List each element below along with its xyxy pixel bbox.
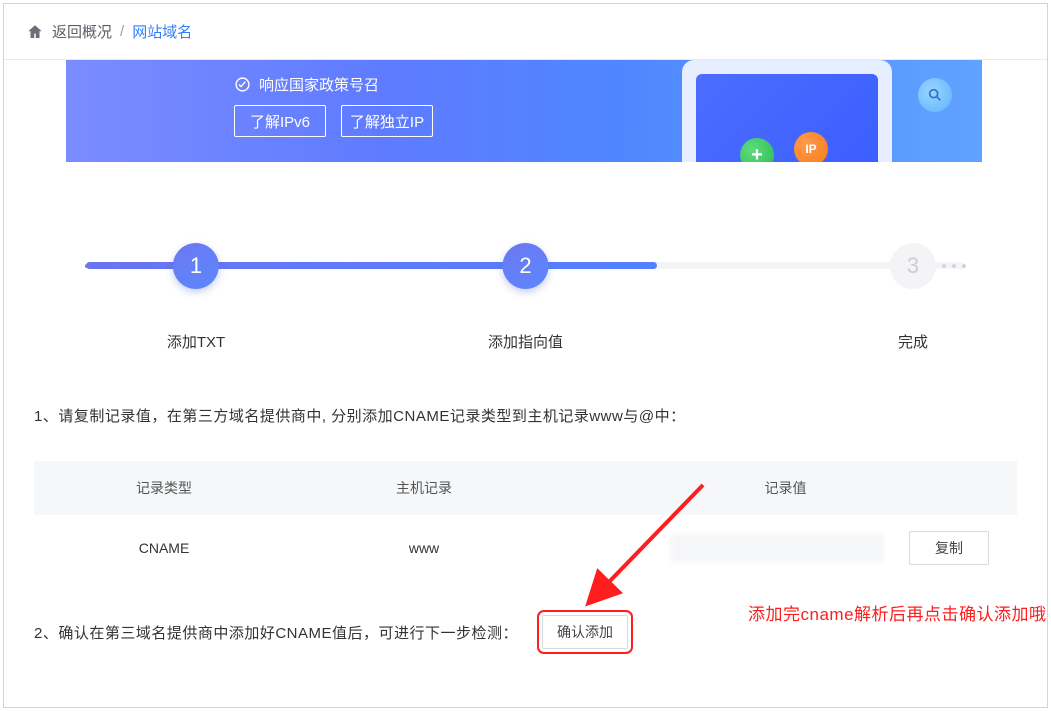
magnifier-icon — [918, 78, 952, 112]
td-record-type: CNAME — [34, 540, 294, 556]
breadcrumb-back[interactable]: 返回概况 — [52, 21, 112, 42]
th-host: 主机记录 — [294, 478, 554, 498]
confirm-add-button[interactable]: 确认添加 — [542, 615, 628, 649]
instruction-line-1: 1、请复制记录值，在第三方域名提供商中, 分别添加CNAME记录类型到主机记录w… — [34, 405, 1017, 426]
breadcrumb-current: 网站域名 — [132, 21, 192, 42]
breadcrumb: 返回概况 / 网站域名 — [4, 4, 1047, 60]
table-row: CNAME www 复制 — [34, 515, 1017, 581]
breadcrumb-separator: / — [120, 23, 124, 40]
learn-ipv6-button[interactable]: 了解IPv6 — [234, 105, 326, 137]
th-value: 记录值 — [554, 478, 1017, 498]
th-record-type: 记录类型 — [34, 478, 294, 498]
step-1-number: 1 — [173, 243, 219, 289]
laptop-illustration — [662, 60, 922, 162]
instruction-line-2: 2、确认在第三域名提供商中添加好CNAME值后，可进行下一步检测： — [34, 622, 518, 643]
learn-ip-button[interactable]: 了解独立IP — [341, 105, 433, 137]
td-host: www — [294, 540, 554, 556]
step-3: 3 完成 — [890, 243, 936, 352]
step-2-number: 2 — [502, 243, 548, 289]
copy-button[interactable]: 复制 — [909, 531, 989, 565]
promo-banner: 响应国家政策号召 了解IPv6 了解独立IP — [66, 60, 982, 162]
ip-badge-icon — [794, 132, 828, 162]
step-2: 2 添加指向值 — [488, 243, 563, 352]
table-header: 记录类型 主机记录 记录值 — [34, 461, 1017, 515]
home-icon — [26, 23, 44, 41]
td-record-value-redacted — [671, 534, 883, 562]
annotation-text: 添加完cname解析后再点击确认添加哦 — [748, 600, 1047, 625]
step-2-label: 添加指向值 — [488, 331, 563, 352]
cname-table: 记录类型 主机记录 记录值 CNAME www 复制 — [34, 461, 1017, 581]
step-1: 1 添加TXT — [167, 243, 225, 352]
steps-progress: 1 添加TXT 2 添加指向值 3 完成 — [66, 235, 985, 355]
step-3-number: 3 — [890, 243, 936, 289]
banner-tagline-text: 响应国家政策号召 — [259, 74, 379, 95]
step-3-label: 完成 — [890, 331, 936, 352]
step-1-label: 添加TXT — [167, 331, 225, 352]
banner-tagline: 响应国家政策号召 — [234, 74, 379, 95]
